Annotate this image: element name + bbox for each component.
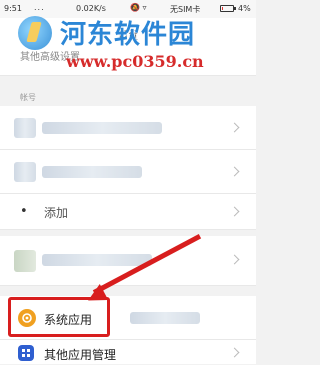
other-apps-management-row[interactable]: 其他应用管理 xyxy=(0,340,256,364)
section-header-account: 帐号 xyxy=(20,93,36,102)
add-account-label: 添加 xyxy=(44,206,69,220)
account-row-2[interactable] xyxy=(0,150,256,194)
blurred-icon xyxy=(14,250,36,272)
chevron-right-icon xyxy=(229,206,240,217)
blurred-text xyxy=(42,254,152,266)
watermark-title: 河东软件园 xyxy=(60,20,196,50)
blurred-account-text xyxy=(42,166,142,178)
other-apps-label: 其他应用管理 xyxy=(44,348,117,362)
blurred-account-text xyxy=(42,122,162,134)
blurred-account-icon xyxy=(14,162,36,182)
chevron-right-icon xyxy=(229,122,240,133)
chevron-right-icon xyxy=(229,166,240,177)
watermark: 河东软件园 www.pc0359.cn xyxy=(16,8,252,78)
blurred-row[interactable] xyxy=(0,236,256,286)
add-icon: • xyxy=(20,204,28,219)
add-account-row[interactable]: • 添加 xyxy=(0,194,256,230)
chevron-right-icon xyxy=(229,254,240,265)
blurred-account-icon xyxy=(14,118,36,138)
other-apps-icon xyxy=(18,345,34,361)
watermark-url: www.pc0359.cn xyxy=(66,52,204,71)
chevron-right-icon xyxy=(229,347,240,358)
account-row-1[interactable] xyxy=(0,106,256,150)
watermark-logo-icon xyxy=(18,16,52,50)
blurred-extra xyxy=(130,312,200,324)
